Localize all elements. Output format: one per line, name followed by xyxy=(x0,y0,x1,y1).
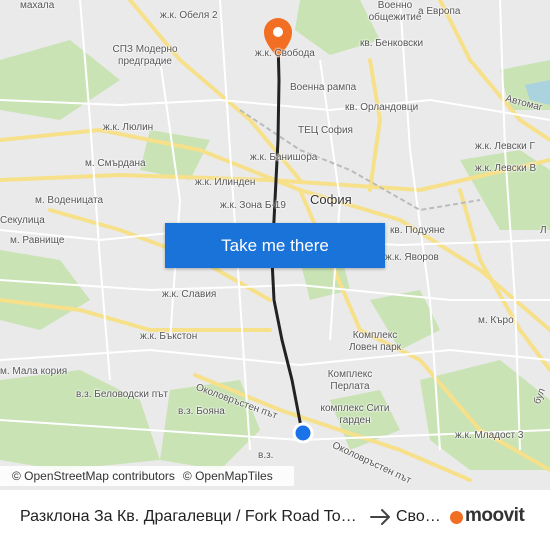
map-label: ТЕЦ София xyxy=(298,125,353,136)
moovit-logo-text: moovit xyxy=(465,505,525,526)
map-label: ж.к. Левски В xyxy=(475,163,537,174)
map-label-city: София xyxy=(310,192,352,207)
moovit-logo[interactable]: moovit xyxy=(450,503,525,529)
osm-attribution-link[interactable]: © OpenStreetMap contributors xyxy=(12,469,175,483)
map-label: ж.к. Свобода xyxy=(255,48,315,59)
map-label: ж.к. Бъкстон xyxy=(140,331,198,342)
arrow-right-icon xyxy=(370,509,390,525)
map-label: Комплекс Ловен парк xyxy=(348,330,402,353)
map-label: ж.к. Левски Г xyxy=(475,141,535,152)
map-label: м. Къро xyxy=(478,315,514,326)
map-label: м. Смърдана xyxy=(85,158,146,169)
map-label: кв. Орландовци xyxy=(345,102,419,113)
map-label: Секулица xyxy=(0,215,45,226)
map-label: кв. Бенковски xyxy=(360,38,424,49)
omt-attribution-link[interactable]: © OpenMapTiles xyxy=(183,469,273,483)
map-label: м. Воденицата xyxy=(35,195,104,206)
map-label: ж.к. Яворов xyxy=(385,252,439,263)
route-origin: Разклона За Кв. Драгалевци / Fork Road T… xyxy=(20,508,360,525)
route-destination: Свобода xyxy=(396,508,442,525)
map-label: ж.к. Младост 3 xyxy=(455,430,524,441)
moovit-logo-icon xyxy=(450,510,463,524)
map-label: ж.к. Люлин xyxy=(103,122,154,133)
map-label: Л xyxy=(540,225,547,236)
map-label: м. Мала кория xyxy=(0,366,68,377)
map-label: ж.к. Илинден xyxy=(195,177,256,188)
map-label: СПЗ Модерно предградие xyxy=(112,44,178,67)
route-footer: Разклона За Кв. Драгалевци / Fork Road T… xyxy=(0,490,550,550)
take-me-there-button[interactable]: Take me there xyxy=(165,223,385,268)
map-label: ж.к. Зона Б-19 xyxy=(220,200,286,211)
map-label: махала xyxy=(20,0,55,11)
map-view[interactable]: махала ж.к. Обеля 2 Военно общежитие а Е… xyxy=(0,0,550,490)
map-label: ж.к. Славия xyxy=(162,289,217,300)
map-label: комплекс Сити гарден xyxy=(320,403,390,426)
map-label: в.з. Беловодски път xyxy=(76,389,168,400)
map-label: Комплекс Перлата xyxy=(327,369,373,392)
map-label: в.з. Бояна xyxy=(178,406,225,417)
map-attribution: © OpenStreetMap contributors © OpenMapTi… xyxy=(0,466,294,486)
map-label: а Европа xyxy=(418,6,461,17)
origin-marker[interactable] xyxy=(292,422,314,444)
map-label: ж.к. Банишора xyxy=(250,152,318,163)
map-label: в.з. xyxy=(258,450,274,461)
map-label: кв. Подуяне xyxy=(390,225,445,236)
map-label: Военна рампа xyxy=(290,82,357,93)
map-label: ж.к. Обеля 2 xyxy=(160,10,218,21)
map-label: м. Равнище xyxy=(10,235,65,246)
